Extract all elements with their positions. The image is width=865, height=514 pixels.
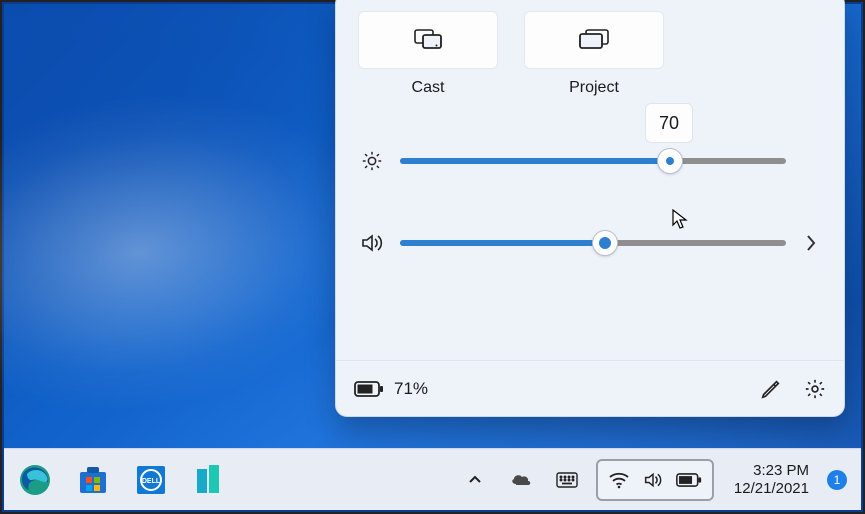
battery-status[interactable]: 71% [354,379,428,399]
speaker-icon [642,471,664,489]
taskbar-clock[interactable]: 3:23 PM 12/21/2021 [734,462,809,498]
tray-overflow-chevron[interactable] [458,460,492,500]
project-tile[interactable] [524,11,664,69]
clock-date: 12/21/2021 [734,480,809,498]
quick-settings-panel: Cast Project 70 [335,0,845,417]
volume-icon [358,229,386,257]
system-tray-group[interactable] [596,459,714,501]
cursor-icon [672,209,690,231]
dell-app-icon[interactable]: DELL [134,463,168,497]
battery-tray-icon [676,472,702,488]
volume-slider-thumb[interactable] [593,231,617,255]
brightness-slider[interactable] [400,158,786,164]
cast-icon [414,29,442,51]
project-icon [579,29,609,51]
app-stack-icon[interactable] [192,463,226,497]
battery-icon [354,380,384,398]
project-label: Project [524,79,664,97]
touch-keyboard-icon[interactable] [550,460,584,500]
volume-output-chevron[interactable] [800,234,822,252]
edit-icon[interactable] [760,378,782,400]
edge-icon[interactable] [18,463,52,497]
settings-icon[interactable] [804,378,826,400]
cast-tile[interactable] [358,11,498,69]
svg-text:DELL: DELL [142,478,161,485]
brightness-value-tooltip: 70 [645,103,693,143]
brightness-slider-thumb[interactable] [658,149,682,173]
notification-badge[interactable]: 1 [827,470,847,490]
brightness-icon [358,147,386,175]
wifi-icon [608,471,630,489]
battery-percent-text: 71% [394,379,428,399]
microsoft-store-icon[interactable] [76,463,110,497]
volume-slider[interactable] [400,240,786,246]
taskbar: DELL [4,448,861,510]
clock-time: 3:23 PM [734,462,809,480]
cast-label: Cast [358,79,498,97]
onedrive-icon[interactable] [504,460,538,500]
